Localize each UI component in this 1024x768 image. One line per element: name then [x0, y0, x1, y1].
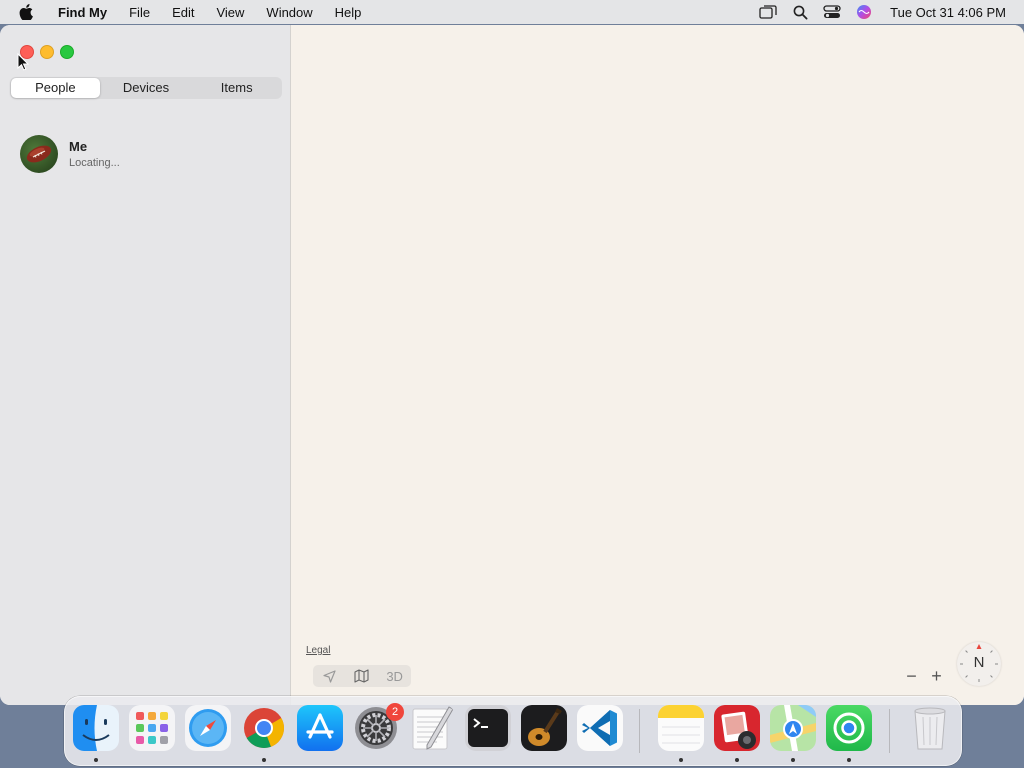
avatar	[20, 135, 58, 173]
zoom-out-button[interactable]: −	[906, 666, 917, 687]
running-indicator	[791, 758, 795, 762]
running-indicator	[735, 758, 739, 762]
chrome-icon[interactable]	[241, 705, 287, 751]
notification-badge: 2	[386, 703, 404, 721]
menu-clock[interactable]: Tue Oct 31 4:06 PM	[890, 5, 1006, 20]
safari-icon[interactable]	[185, 705, 231, 751]
running-indicator	[94, 758, 98, 762]
screen-mirroring-icon[interactable]	[758, 2, 778, 22]
garageband-icon[interactable]	[521, 705, 567, 751]
maximize-button[interactable]	[60, 45, 74, 59]
siri-icon[interactable]	[854, 2, 874, 22]
terminal-icon[interactable]	[465, 705, 511, 751]
find-my-window: People Devices Items Me Locating... Lega…	[0, 25, 1024, 705]
compass-north-label: N	[973, 654, 985, 671]
photo-booth-icon[interactable]	[714, 705, 760, 751]
sidebar-tabs: People Devices Items	[10, 77, 282, 99]
control-center-icon[interactable]	[822, 2, 842, 22]
zoom-controls: − +	[899, 665, 949, 687]
tab-people[interactable]: People	[11, 78, 100, 98]
dock: 2	[64, 696, 962, 766]
view-menu[interactable]: View	[216, 5, 244, 20]
spotlight-search-icon[interactable]	[790, 2, 810, 22]
sidebar: People Devices Items Me Locating...	[0, 25, 291, 705]
running-indicator	[679, 758, 683, 762]
map-view[interactable]: Legal 3D − + N	[291, 25, 1024, 705]
zoom-in-button[interactable]: +	[931, 666, 942, 687]
minimize-button[interactable]	[40, 45, 54, 59]
help-menu[interactable]: Help	[335, 5, 362, 20]
dock-divider	[889, 709, 890, 753]
running-indicator	[847, 758, 851, 762]
trash-icon[interactable]	[907, 705, 953, 751]
window-menu[interactable]: Window	[266, 5, 312, 20]
person-status: Locating...	[69, 157, 120, 169]
tab-devices[interactable]: Devices	[102, 78, 191, 98]
list-item[interactable]: Me Locating...	[20, 133, 280, 175]
3d-button[interactable]: 3D	[382, 666, 408, 686]
compass-button[interactable]: N	[957, 642, 1001, 686]
legal-link[interactable]: Legal	[306, 645, 330, 656]
dock-divider	[639, 709, 640, 753]
textedit-icon[interactable]	[409, 705, 455, 751]
edit-menu[interactable]: Edit	[172, 5, 194, 20]
app-menu[interactable]: Find My	[58, 5, 107, 20]
apple-menu-icon[interactable]	[18, 4, 34, 20]
app-store-icon[interactable]	[297, 705, 343, 751]
tab-items[interactable]: Items	[192, 78, 281, 98]
map-mode-icon[interactable]	[349, 666, 375, 686]
running-indicator	[262, 758, 266, 762]
map-controls: 3D	[313, 665, 411, 687]
notes-icon[interactable]	[658, 705, 704, 751]
mouse-pointer-icon	[17, 53, 29, 71]
launchpad-icon[interactable]	[129, 705, 175, 751]
file-menu[interactable]: File	[129, 5, 150, 20]
maps-icon[interactable]	[770, 705, 816, 751]
menu-bar: Find My File Edit View Window Help Tue O…	[0, 0, 1024, 24]
vscode-icon[interactable]	[577, 705, 623, 751]
current-location-icon[interactable]	[316, 666, 342, 686]
finder-icon[interactable]	[73, 705, 119, 751]
person-name: Me	[69, 139, 88, 154]
find-my-icon[interactable]	[826, 705, 872, 751]
